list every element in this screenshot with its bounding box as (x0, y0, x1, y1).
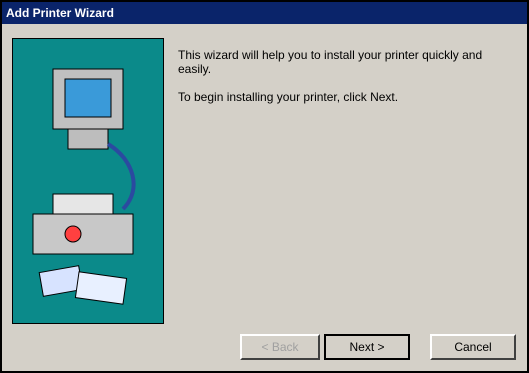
button-bar: < Back Next > Cancel (2, 334, 527, 364)
add-printer-wizard-window: Add Printer Wizard This wizard will help… (0, 0, 529, 373)
title-bar[interactable]: Add Printer Wizard (2, 2, 527, 24)
printer-illustration-panel (12, 38, 164, 324)
intro-text: This wizard will help you to install you… (178, 48, 483, 76)
next-button[interactable]: Next > (324, 334, 410, 360)
window-title: Add Printer Wizard (6, 6, 114, 20)
instruction-text: To begin installing your printer, click … (178, 90, 399, 104)
printer-illustration-icon (32, 68, 136, 305)
back-button[interactable]: < Back (240, 334, 320, 360)
cancel-button[interactable]: Cancel (430, 334, 516, 360)
wizard-text: This wizard will help you to install you… (178, 48, 518, 118)
